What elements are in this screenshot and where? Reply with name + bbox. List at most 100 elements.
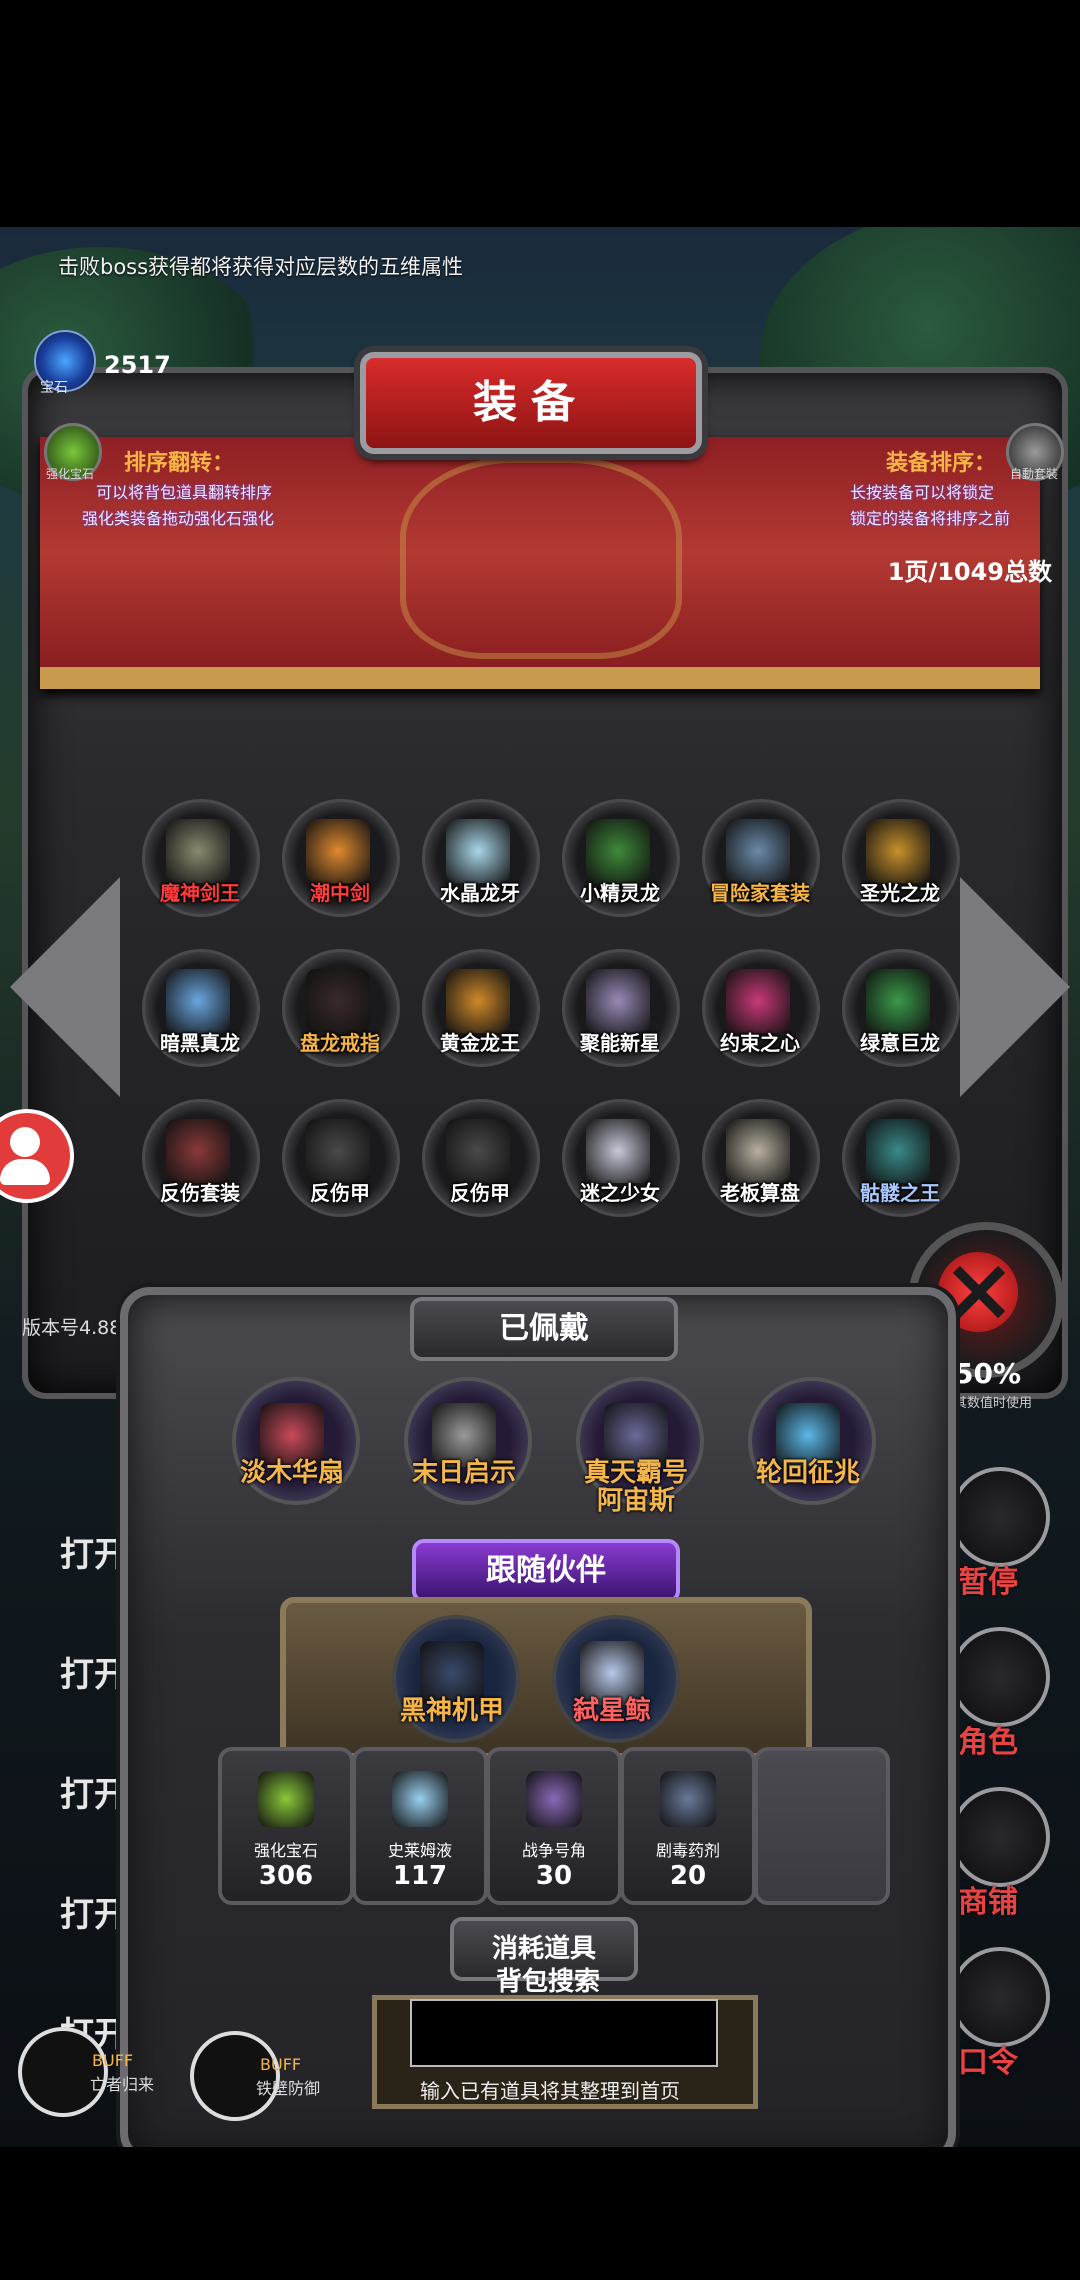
- user-head-icon: [10, 1127, 40, 1157]
- item-icon: [306, 819, 370, 883]
- equipment-slot[interactable]: 绿意巨龙: [842, 949, 960, 1067]
- item-icon: [392, 1771, 448, 1827]
- item-icon: [166, 969, 230, 1033]
- item-label: 暗黑真龙: [160, 1031, 240, 1055]
- item-name: 战争号角: [521, 1841, 586, 1860]
- equipment-slot[interactable]: 圣光之龙: [842, 799, 960, 917]
- equipment-slot[interactable]: 水晶龙牙: [422, 799, 540, 917]
- equipped-slot[interactable]: 轮回征兆: [748, 1377, 876, 1505]
- sort-flip-line2: 强化类装备拖动强化石强化: [82, 509, 275, 528]
- companion-slot[interactable]: 黑神机甲: [392, 1615, 520, 1743]
- item-icon: [306, 1119, 370, 1183]
- consumable-slot[interactable]: 强化宝石 306: [218, 1747, 354, 1905]
- consumables-row: 强化宝石 306 史莱姆液 117 战争号角 30 剧毒药剂 20: [218, 1747, 890, 1907]
- equipment-slot[interactable]: 冒险家套装: [702, 799, 820, 917]
- companion-header: 跟随伙伴: [412, 1539, 680, 1603]
- item-icon: [166, 819, 230, 883]
- item-label: 轮回征兆: [755, 1458, 860, 1488]
- equipment-slot[interactable]: 老板算盘: [702, 1099, 820, 1217]
- item-label: 反伤甲: [310, 1181, 370, 1205]
- item-count: 30: [535, 1861, 573, 1891]
- buff-tag: BUFF: [92, 2051, 134, 2070]
- search-input[interactable]: [410, 1999, 718, 2067]
- item-name: 剧毒药剂: [655, 1841, 720, 1860]
- equipment-slot[interactable]: 反伤甲: [282, 1099, 400, 1217]
- gem-label: 宝石: [40, 380, 68, 396]
- equipment-slot[interactable]: 盘龙戒指: [282, 949, 400, 1067]
- equipment-slot[interactable]: 黄金龙王: [422, 949, 540, 1067]
- item-label: 盘龙戒指: [300, 1031, 380, 1055]
- equipped-title: 已佩戴: [499, 1311, 589, 1346]
- item-label: 反伤套装: [160, 1181, 240, 1205]
- item-name: 史莱姆液: [387, 1841, 452, 1860]
- item-icon: [258, 1771, 314, 1827]
- companion-title: 跟随伙伴: [486, 1553, 606, 1588]
- auto-set-label: 自動套裝: [1010, 467, 1059, 481]
- companion-slot[interactable]: 弑星鲸: [552, 1615, 680, 1743]
- item-label: 真天霸号 阿宙斯: [583, 1458, 688, 1516]
- boss-hint-text: 击败boss获得都将获得对应层数的五维属性: [58, 255, 464, 279]
- equipped-slot[interactable]: 末日启示: [404, 1377, 532, 1505]
- log-line: 打开: [60, 1775, 128, 1815]
- equipment-slot[interactable]: 小精灵龙: [562, 799, 680, 917]
- item-label: 绿意巨龙: [860, 1031, 940, 1055]
- equipment-slot[interactable]: 骷髅之王: [842, 1099, 960, 1217]
- consumable-slot[interactable]: 史莱姆液 117: [352, 1747, 488, 1905]
- item-label: 老板算盘: [720, 1181, 800, 1205]
- item-label: 聚能新星: [580, 1031, 660, 1055]
- code-button-label[interactable]: 口令: [958, 2037, 1018, 2081]
- hooded-figure-icon[interactable]: [950, 1627, 1050, 1727]
- buff-tag: BUFF: [260, 2055, 302, 2074]
- item-count: 20: [669, 1861, 707, 1891]
- prev-page-arrow-icon[interactable]: [10, 877, 120, 1097]
- user-body-icon: [0, 1159, 50, 1185]
- equipped-slot[interactable]: 真天霸号 阿宙斯: [576, 1377, 704, 1515]
- sort-flip-title[interactable]: 排序翻转：: [124, 445, 234, 477]
- equip-sort-title[interactable]: 装备排序：: [886, 445, 996, 477]
- scroll-icon[interactable]: [950, 1947, 1050, 2047]
- item-icon: [166, 1119, 230, 1183]
- item-icon: [726, 819, 790, 883]
- consumable-slot[interactable]: 剧毒药剂 20: [620, 1747, 756, 1905]
- empty-slot[interactable]: [754, 1747, 890, 1905]
- buff-name: 亡者归来: [90, 2075, 155, 2094]
- next-page-arrow-icon[interactable]: [960, 877, 1070, 1097]
- equipment-slot[interactable]: 反伤甲: [422, 1099, 540, 1217]
- item-icon: [446, 819, 510, 883]
- equipment-slot[interactable]: 潮中剑: [282, 799, 400, 917]
- equipment-grid: 魔神剑王 潮中剑 水晶龙牙 小精灵龙 冒险家套装 圣光之龙暗黑真龙 盘龙戒指 黄金龙王 聚能新星…: [142, 799, 962, 1219]
- log-line: 打开: [60, 1895, 128, 1935]
- item-icon: [866, 1119, 930, 1183]
- item-label: 骷髅之王: [860, 1181, 940, 1205]
- companion-label: 弑星鲸: [572, 1696, 651, 1726]
- equipment-slot[interactable]: 迷之少女: [562, 1099, 680, 1217]
- item-icon: [866, 969, 930, 1033]
- equipment-slot[interactable]: 魔神剑王: [142, 799, 260, 917]
- item-label: 淡木华扇: [239, 1458, 344, 1488]
- item-icon: [306, 969, 370, 1033]
- consumable-slot[interactable]: 战争号角 30: [486, 1747, 622, 1905]
- pause-button-label[interactable]: 暂停: [958, 1557, 1018, 1601]
- dice-icon[interactable]: [950, 1467, 1050, 1567]
- equipment-slot[interactable]: 约束之心: [702, 949, 820, 1067]
- equip-sort-line1: 长按装备可以将锁定: [850, 483, 995, 502]
- equipment-slot[interactable]: 聚能新星: [562, 949, 680, 1067]
- item-count: 306: [258, 1861, 314, 1891]
- item-icon: [586, 1119, 650, 1183]
- item-label: 反伤甲: [450, 1181, 510, 1205]
- role-button-label[interactable]: 角色: [958, 1717, 1018, 1761]
- equipped-slot[interactable]: 淡木华扇: [232, 1377, 360, 1505]
- shop-icon[interactable]: [950, 1787, 1050, 1887]
- gem-count: 2517: [104, 351, 171, 379]
- item-name: 强化宝石: [253, 1841, 318, 1860]
- item-icon: [726, 1119, 790, 1183]
- equipment-slot[interactable]: 反伤套装: [142, 1099, 260, 1217]
- item-icon: [660, 1771, 716, 1827]
- shop-button-label[interactable]: 商铺: [958, 1877, 1018, 1921]
- title-plate: 装备: [360, 352, 702, 454]
- item-count: 117: [392, 1861, 448, 1891]
- equipment-slot[interactable]: 暗黑真龙: [142, 949, 260, 1067]
- game-viewport: 击败boss获得都将获得对应层数的五维属性 宝石 2517 装备 强化宝石 排序…: [0, 227, 1080, 2147]
- item-label: 圣光之龙: [860, 881, 940, 905]
- partial-note: 其数值时使用: [954, 1396, 1033, 1411]
